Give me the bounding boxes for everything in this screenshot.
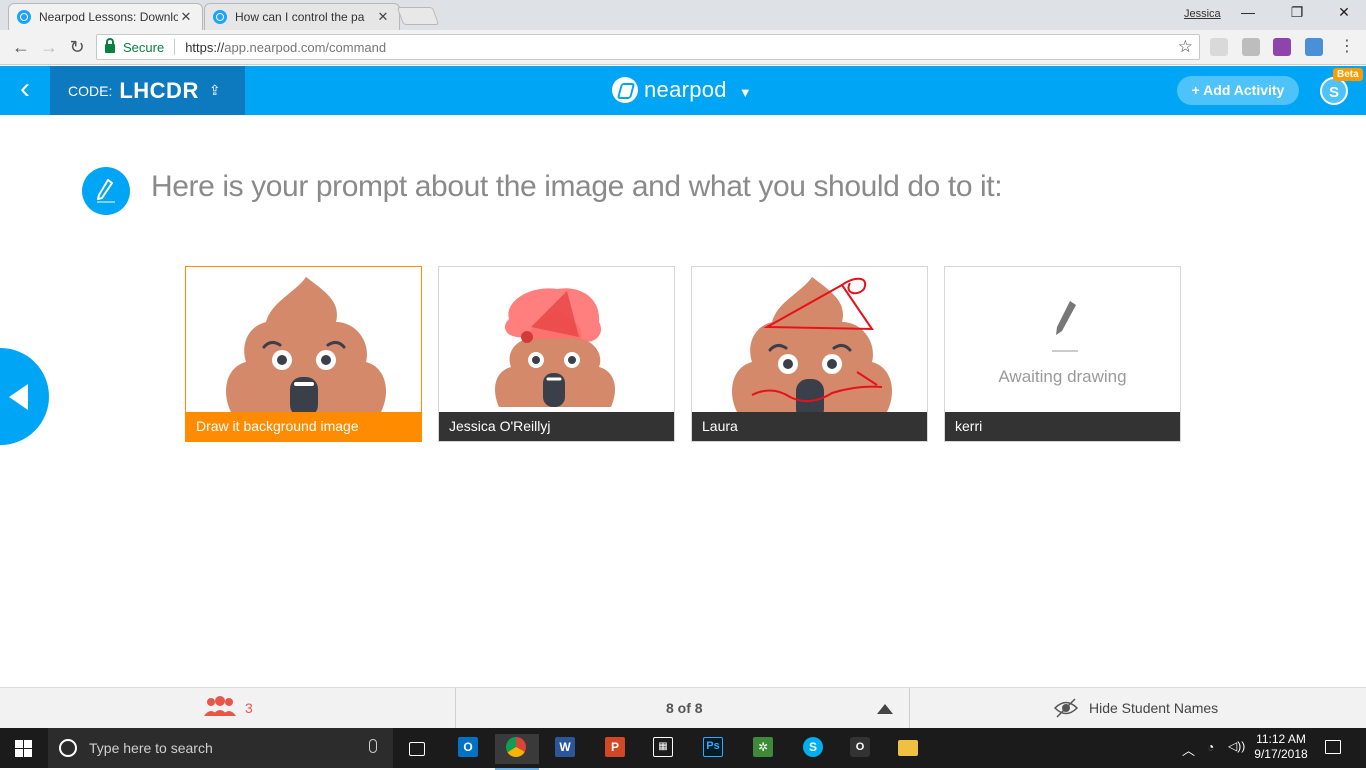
pencil-icon <box>1052 301 1078 352</box>
share-icon[interactable]: ⇪ <box>209 82 221 99</box>
awaiting-status: Awaiting drawing <box>998 367 1127 386</box>
previous-slide-button[interactable] <box>0 348 49 445</box>
lock-icon <box>105 38 115 53</box>
clock-time: 11:12 AM <box>1256 732 1306 746</box>
omnibox-divider <box>174 39 176 55</box>
back-chevron-icon[interactable]: ‹ <box>0 66 50 115</box>
windows-taskbar: Type here to search O W P ▦ Ps ✲ S O ︿ ◔… <box>0 728 1366 770</box>
drawing-card-student[interactable]: Jessica O'Reillyj <box>438 266 675 442</box>
logo-text: nearpod <box>644 77 727 102</box>
card-label: kerri <box>945 412 1180 441</box>
card-label: Jessica O'Reillyj <box>439 412 674 441</box>
obs-icon[interactable]: O <box>842 734 876 764</box>
browser-toolbar: ← → ↻ Secure https:// app.nearpod.com/co… <box>0 30 1366 65</box>
skype-icon[interactable]: S <box>795 734 829 764</box>
calculator-icon[interactable]: ▦ <box>645 734 679 764</box>
chrome-icon[interactable] <box>495 734 539 770</box>
extension-icon[interactable] <box>1273 38 1291 56</box>
close-tab-icon[interactable]: ✕ <box>178 9 194 25</box>
beta-badge: Beta <box>1333 68 1363 81</box>
file-explorer-icon[interactable] <box>890 734 924 764</box>
action-center-icon[interactable] <box>1325 740 1341 754</box>
cortana-icon[interactable] <box>59 739 77 757</box>
avatar[interactable]: S <box>1320 77 1348 105</box>
secure-label: Secure <box>123 39 165 55</box>
search-placeholder: Type here to search <box>89 740 213 756</box>
wifi-icon[interactable]: ◔ <box>1207 740 1214 754</box>
slide-counter: 8 of 8 <box>666 700 703 716</box>
nearpod-logo-icon <box>612 77 638 103</box>
divider <box>455 688 456 729</box>
add-activity-button[interactable]: + Add Activity <box>1177 76 1299 105</box>
pencil-icon <box>82 167 130 215</box>
card-label: Laura <box>692 412 927 441</box>
nearpod-logo[interactable]: nearpod ▼ <box>612 77 752 103</box>
code-label: CODE: <box>68 82 113 99</box>
back-arrow-icon[interactable]: ← <box>10 36 32 58</box>
restore-icon[interactable]: ❐ <box>1282 4 1312 24</box>
caret-down-icon[interactable]: ▼ <box>739 85 752 100</box>
photoshop-icon[interactable]: Ps <box>695 734 729 764</box>
card-label: Draw it background image <box>186 412 421 441</box>
profile-name[interactable]: Jessica <box>1184 8 1221 20</box>
address-bar[interactable]: Secure https:// app.nearpod.com/command … <box>96 34 1200 60</box>
browser-tab-nearpod[interactable]: Nearpod Lessons: Downlo ✕ <box>8 3 203 30</box>
browser-tab-strip: Nearpod Lessons: Downlo ✕ How can I cont… <box>0 0 1366 30</box>
forward-arrow-icon[interactable]: → <box>38 36 60 58</box>
system-clock[interactable]: 11:12 AM 9/17/2018 <box>1250 732 1312 762</box>
microphone-icon[interactable] <box>369 739 377 753</box>
nearpod-favicon-icon <box>17 10 31 24</box>
cast-icon[interactable] <box>1305 38 1323 56</box>
nearpod-favicon-icon <box>213 10 227 24</box>
taskbar-search[interactable]: Type here to search <box>48 728 393 768</box>
students-icon[interactable] <box>203 696 237 718</box>
url-scheme: https:// <box>185 39 225 55</box>
session-code-box[interactable]: CODE: LHCDR ⇪ <box>50 66 245 115</box>
show-hidden-icons-icon[interactable]: ︿ <box>1182 740 1195 759</box>
task-view-icon[interactable] <box>400 734 434 764</box>
teacher-bottom-bar: 3 8 of 8 Hide Student Names <box>0 687 1366 729</box>
clock-date: 9/17/2018 <box>1254 747 1308 761</box>
tab-title: Nearpod Lessons: Downlo <box>39 10 178 24</box>
chrome-menu-icon[interactable]: ⋮ <box>1336 36 1358 58</box>
drawing-card-awaiting[interactable]: Awaiting drawing kerri <box>944 266 1181 442</box>
minimize-icon[interactable]: — <box>1233 4 1263 24</box>
reload-icon[interactable]: ↻ <box>66 36 88 58</box>
tab-title: How can I control the pa <box>235 10 365 24</box>
students-count[interactable]: 3 <box>245 700 253 716</box>
powerpoint-icon[interactable]: P <box>597 734 631 764</box>
drawing-card-teacher[interactable]: Draw it background image <box>185 266 422 442</box>
extension-icon[interactable] <box>1210 38 1228 56</box>
prompt-text: Here is your prompt about the image and … <box>151 170 1003 203</box>
divider <box>909 688 910 729</box>
drawing-card-student[interactable]: Laura <box>691 266 928 442</box>
outlook-icon[interactable]: O <box>450 734 484 764</box>
browser-tab-help[interactable]: How can I control the pa ✕ <box>204 3 400 30</box>
volume-icon[interactable]: ◁)) <box>1228 739 1245 753</box>
extension-icon[interactable] <box>1242 38 1260 56</box>
slide-navigator-up-icon[interactable] <box>877 704 893 714</box>
eye-slash-icon[interactable] <box>1053 697 1079 719</box>
word-icon[interactable]: W <box>547 734 581 764</box>
network-app-icon[interactable]: ✲ <box>745 734 779 764</box>
nearpod-header: ‹ CODE: LHCDR ⇪ nearpod ▼ + Add Activity… <box>0 66 1366 115</box>
windows-start-icon[interactable] <box>15 740 33 757</box>
url-path: app.nearpod.com/command <box>224 39 387 55</box>
code-value: LHCDR <box>119 77 199 103</box>
bookmark-star-icon[interactable]: ☆ <box>1178 37 1193 57</box>
hide-student-names-button[interactable]: Hide Student Names <box>1089 700 1218 716</box>
new-tab-button[interactable] <box>396 7 440 25</box>
close-tab-icon[interactable]: ✕ <box>375 9 391 25</box>
close-window-icon[interactable]: ✕ <box>1329 4 1359 24</box>
